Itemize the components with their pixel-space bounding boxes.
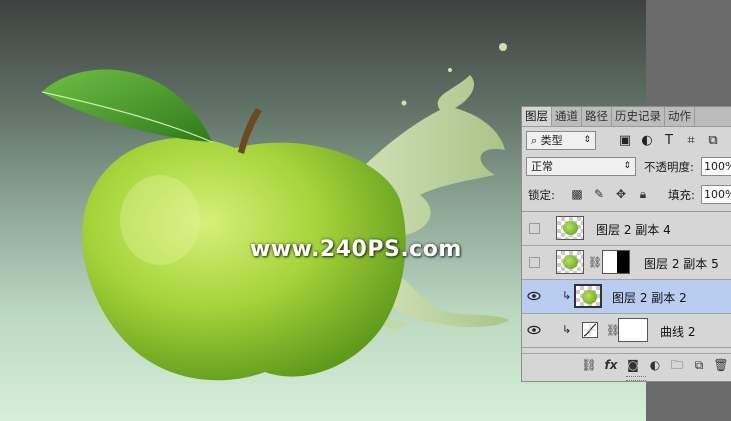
blend-mode-label: 正常 [531, 160, 553, 173]
type-filter-icon[interactable]: T [658, 132, 680, 150]
fill-label: 填充: [668, 188, 695, 202]
fx-icon[interactable]: fx [600, 356, 622, 374]
resize-grip[interactable] [626, 376, 646, 381]
lock-icons: ▩ ✎ ✥ 🔒︎ [566, 185, 654, 203]
layer-name: 图层 2 副本 5 [644, 257, 719, 271]
blend-mode-select[interactable]: 正常 ⇕ [526, 157, 636, 176]
image-filter-icon[interactable]: ▣ [614, 132, 636, 150]
blend-row: 正常 ⇕ 不透明度: 100% [522, 155, 731, 179]
clipping-arrow-icon: ↳ [562, 289, 572, 302]
curves-adjustment-icon[interactable] [582, 322, 598, 338]
layer-thumbnail [574, 284, 602, 308]
layer-row[interactable]: 图层 2 副本 4 [522, 212, 731, 246]
tab-layers[interactable]: 图层 [522, 107, 552, 126]
kind-filter-label: 类型 [540, 134, 563, 147]
eye-icon[interactable] [527, 289, 541, 303]
lock-row: 锁定: ▩ ✎ ✥ 🔒︎ 填充: 100% [522, 183, 731, 205]
layer-name: 图层 2 副本 4 [596, 223, 671, 237]
clipping-arrow-icon: ↳ [562, 323, 572, 336]
lock-all-icon[interactable]: 🔒︎ [632, 185, 654, 203]
layer-thumbnail [556, 250, 584, 274]
layer-row[interactable]: ⛓ 图层 2 副本 5 [522, 246, 731, 280]
opacity-input[interactable]: 100% [701, 157, 731, 176]
search-icon: ⌕ [531, 134, 541, 147]
tab-channels[interactable]: 通道 [552, 107, 582, 126]
filter-icons: ▣ ◐ T ⌗ ⧉ [614, 132, 724, 150]
new-layer-icon[interactable]: ⧉ [688, 356, 710, 374]
layers-bottom-toolbar: ⛓ fx ◙ ◐ 🗀︎ ⧉ 🗑︎ [522, 353, 731, 376]
layer-mask-thumbnail[interactable] [618, 318, 648, 342]
new-adjustment-icon[interactable]: ◐ [644, 356, 666, 374]
splash-drop [448, 68, 452, 72]
layers-panel: 图层 通道 路径 历史记录 动作 ⌕ 类型 ⇕ ▣ ◐ T ⌗ ⧉ 正常 ⇕ 不… [521, 106, 731, 382]
lock-label: 锁定: [528, 188, 555, 202]
layer-thumbnail [556, 216, 584, 240]
tab-actions[interactable]: 动作 [665, 107, 695, 126]
panel-tabs: 图层 通道 路径 历史记录 动作 [522, 107, 731, 127]
link-chain-icon[interactable]: ⛓ [588, 256, 602, 269]
eye-icon[interactable] [527, 323, 541, 337]
filter-row: ⌕ 类型 ⇕ ▣ ◐ T ⌗ ⧉ [522, 129, 731, 153]
lock-position-icon[interactable]: ✥ [610, 185, 632, 203]
smart-object-filter-icon[interactable]: ⧉ [702, 132, 724, 150]
layer-mask-thumbnail[interactable] [602, 250, 630, 274]
link-layers-icon[interactable]: ⛓ [578, 356, 600, 374]
delete-layer-icon[interactable]: 🗑︎ [710, 356, 731, 374]
visibility-toggle[interactable] [529, 223, 540, 234]
tab-history[interactable]: 历史记录 [612, 107, 665, 126]
updown-arrow-icon: ⇕ [623, 161, 631, 171]
fill-input[interactable]: 100% [701, 185, 731, 204]
apple-highlight [120, 175, 200, 265]
layer-name: 图层 2 副本 2 [612, 291, 687, 305]
layer-row[interactable]: ↳ ⛓ 曲线 2 [522, 314, 731, 348]
watermark-text: www.240PS.com [250, 237, 462, 262]
visibility-toggle[interactable] [529, 257, 540, 268]
adjustment-filter-icon[interactable]: ◐ [636, 132, 658, 150]
tab-paths[interactable]: 路径 [582, 107, 612, 126]
apple-leaf [42, 69, 212, 142]
shape-filter-icon[interactable]: ⌗ [680, 132, 702, 150]
updown-arrow-icon: ⇕ [583, 135, 591, 145]
layer-name: 曲线 2 [660, 325, 696, 339]
new-group-icon[interactable]: 🗀︎ [666, 356, 688, 374]
lock-image-icon[interactable]: ✎ [588, 185, 610, 203]
layer-row-selected[interactable]: ↳ 图层 2 副本 2 [522, 280, 731, 314]
lock-transparent-icon[interactable]: ▩ [566, 185, 588, 203]
add-mask-icon[interactable]: ◙ [622, 356, 644, 374]
splash-drop [401, 100, 407, 106]
layers-list: 图层 2 副本 4 ⛓ 图层 2 副本 5 ↳ 图层 2 副本 2 ↳ ⛓ 曲线… [522, 211, 731, 352]
splash-drop [499, 43, 507, 51]
kind-filter-select[interactable]: ⌕ 类型 ⇕ [526, 131, 596, 150]
opacity-label: 不透明度: [644, 160, 694, 174]
